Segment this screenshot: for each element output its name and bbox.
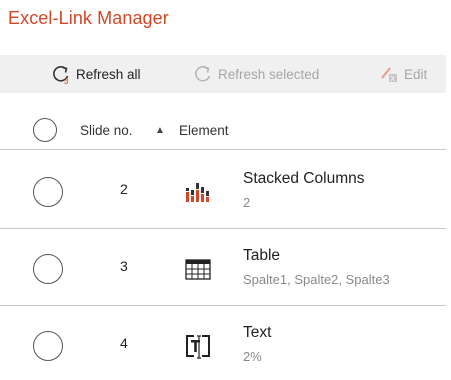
list-item[interactable]: 2 Stacked Columns 2	[0, 152, 446, 229]
list-item[interactable]: 4 Text 2%	[0, 306, 446, 380]
element-name: Table	[243, 247, 281, 264]
column-header-element[interactable]: Element	[179, 123, 229, 138]
element-detail: 2	[243, 195, 251, 210]
slide-number: 3	[120, 258, 128, 274]
refresh-selected-icon	[195, 66, 211, 82]
element-detail: Spalte1, Spalte2, Spalte3	[243, 272, 390, 287]
panel-title: Excel-Link Manager	[8, 8, 169, 28]
table-icon	[185, 259, 211, 280]
element-detail: 2%	[243, 349, 262, 364]
refresh-icon: 3	[53, 65, 69, 85]
svg-text:X: X	[390, 76, 395, 83]
element-name: Stacked Columns	[243, 170, 365, 187]
sort-ascending-icon[interactable]: ▲	[155, 125, 165, 136]
refresh-all-label: Refresh all	[76, 66, 141, 82]
text-field-icon	[186, 335, 210, 359]
row-select-checkbox[interactable]	[33, 331, 63, 361]
list-item[interactable]: 3 Table Spalte1, Spalte2, Spalte3	[0, 229, 446, 306]
column-header-slide-no[interactable]: Slide no.	[80, 123, 133, 138]
refresh-selected-button[interactable]: Refresh selected	[192, 55, 319, 93]
element-name: Text	[243, 324, 272, 341]
refresh-all-button[interactable]: 3 Refresh all	[50, 55, 141, 93]
list-header: Slide no. ▲ Element	[0, 112, 446, 150]
svg-text:3: 3	[64, 77, 69, 85]
select-all-checkbox[interactable]	[33, 118, 57, 142]
row-select-checkbox[interactable]	[33, 177, 63, 207]
refresh-selected-label: Refresh selected	[218, 66, 320, 82]
edit-pencil-icon: X	[381, 67, 397, 83]
slide-number: 2	[120, 181, 128, 197]
row-select-checkbox[interactable]	[33, 254, 63, 284]
toolbar: 3 Refresh all Refresh selected X Edit	[0, 55, 446, 93]
stacked-columns-chart-icon	[186, 183, 209, 202]
edit-button[interactable]: X Edit	[378, 55, 427, 93]
edit-label: Edit	[404, 66, 428, 82]
slide-number: 4	[120, 335, 128, 351]
